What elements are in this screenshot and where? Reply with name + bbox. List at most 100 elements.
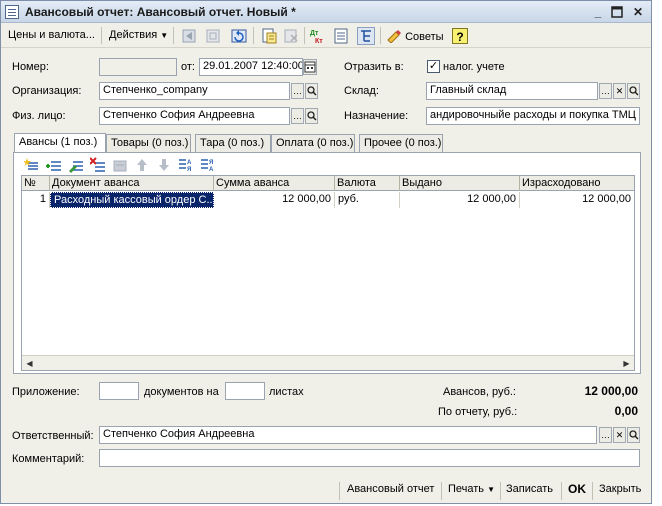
- calendar-icon[interactable]: [303, 59, 317, 75]
- tab-payment[interactable]: Оплата (0 поз.): [271, 134, 355, 152]
- comment-label: Комментарий:: [12, 453, 85, 465]
- cell-issued[interactable]: 12 000,00: [400, 192, 520, 208]
- person-field[interactable]: Степченко София Андреевна: [99, 107, 290, 125]
- structure-icon[interactable]: [204, 27, 222, 45]
- first-record-icon[interactable]: [180, 27, 198, 45]
- clear-icon[interactable]: ✕: [613, 427, 626, 443]
- responsible-label: Ответственный:: [12, 430, 94, 442]
- minimize-icon[interactable]: _: [591, 5, 605, 19]
- print-button[interactable]: Печать ▼: [448, 483, 495, 495]
- column-header-currency[interactable]: Валюта: [335, 176, 400, 191]
- clear-icon[interactable]: ✕: [613, 83, 626, 99]
- advances-total-value: 12 000,00: [584, 384, 638, 398]
- attachment-docs-label: документов на: [144, 386, 219, 398]
- svg-text:Кт: Кт: [315, 38, 323, 45]
- close-button[interactable]: Закрыть: [599, 483, 641, 495]
- ellipsis-icon[interactable]: …: [291, 108, 304, 124]
- advance-report-button[interactable]: Авансовый отчет: [347, 483, 434, 495]
- tax-checkbox[interactable]: ✓: [427, 60, 440, 73]
- bottom-separator: [500, 482, 501, 500]
- edit-row-icon[interactable]: [68, 157, 84, 173]
- tab-containers[interactable]: Тара (0 поз.): [195, 134, 271, 152]
- print-label: Печать: [448, 483, 485, 495]
- chevron-down-icon: ▼: [160, 31, 169, 40]
- table-row[interactable]: 1 Расходный кассовый ордер С... 12 000,0…: [22, 192, 634, 208]
- sort-desc-icon[interactable]: ЯA: [200, 157, 216, 173]
- move-down-icon[interactable]: [156, 157, 172, 173]
- purpose-field[interactable]: андировочныйе расходы и покупка ТМЦ: [426, 107, 640, 125]
- svg-text:Я: Я: [187, 167, 191, 173]
- advances-panel: AЯ ЯA № Документ аванса Сумма аванса Вал…: [13, 152, 641, 374]
- move-up-icon[interactable]: [134, 157, 150, 173]
- tab-other[interactable]: Прочее (0 поз.): [359, 134, 443, 152]
- column-header-number[interactable]: №: [22, 176, 50, 191]
- search-icon[interactable]: [627, 427, 640, 443]
- bottom-separator: [561, 482, 562, 500]
- copy-row-icon[interactable]: [46, 157, 62, 173]
- delete-doc-icon[interactable]: [282, 27, 300, 45]
- scroll-left-icon[interactable]: ◀: [23, 357, 36, 370]
- column-header-document[interactable]: Документ аванса: [50, 176, 214, 191]
- save-button[interactable]: Записать: [506, 483, 553, 495]
- ellipsis-icon[interactable]: …: [599, 427, 612, 443]
- close-icon[interactable]: ✕: [631, 5, 645, 19]
- responsible-field[interactable]: Степченко София Андреевна: [99, 426, 597, 444]
- advances-table[interactable]: № Документ аванса Сумма аванса Валюта Вы…: [21, 175, 635, 371]
- attachment-sheets-label: листах: [269, 386, 304, 398]
- column-header-amount[interactable]: Сумма аванса: [214, 176, 335, 191]
- report-total-label: По отчету, руб.:: [438, 406, 518, 418]
- journal-icon[interactable]: [332, 27, 350, 45]
- comment-field[interactable]: [99, 449, 640, 467]
- search-icon[interactable]: [305, 83, 318, 99]
- scroll-right-icon[interactable]: ▶: [620, 357, 633, 370]
- cell-amount[interactable]: 12 000,00: [214, 192, 335, 208]
- cell-number[interactable]: 1: [22, 192, 50, 208]
- document-icon: [5, 5, 19, 19]
- report-total-value: 0,00: [614, 404, 638, 418]
- ok-button[interactable]: OK: [568, 482, 586, 496]
- actions-menu[interactable]: Действия ▼: [109, 29, 168, 41]
- search-icon[interactable]: [627, 83, 640, 99]
- svg-text:Дт: Дт: [310, 30, 319, 37]
- organization-field[interactable]: Степченко_company: [99, 82, 290, 100]
- tab-advances[interactable]: Авансы (1 поз.): [14, 133, 106, 152]
- cell-spent[interactable]: 12 000,00: [520, 192, 634, 208]
- organization-label: Организация:: [12, 85, 82, 97]
- horizontal-scrollbar[interactable]: ◀ ▶: [22, 355, 634, 370]
- maximize-icon[interactable]: [611, 5, 625, 19]
- prices-button[interactable]: Цены и валюта...: [8, 29, 95, 41]
- warehouse-field[interactable]: Главный склад: [426, 82, 598, 100]
- help-icon[interactable]: ?: [452, 28, 468, 44]
- bottom-separator: [592, 482, 593, 500]
- cell-currency[interactable]: руб.: [335, 192, 400, 208]
- window-title: Авансовый отчет: Авансовый отчет. Новый …: [25, 5, 296, 19]
- toolbar-separator: [304, 27, 305, 44]
- tab-goods[interactable]: Товары (0 поз.): [106, 134, 191, 152]
- toggle-structure-icon[interactable]: [357, 27, 375, 45]
- end-edit-icon[interactable]: [112, 157, 128, 173]
- search-icon[interactable]: [305, 108, 318, 124]
- tips-label: Советы: [405, 31, 444, 43]
- svg-text:A: A: [209, 167, 214, 173]
- ellipsis-icon[interactable]: …: [599, 83, 612, 99]
- background-window-edge: [652, 0, 662, 506]
- column-header-issued[interactable]: Выдано: [400, 176, 520, 191]
- add-row-icon[interactable]: [24, 157, 40, 173]
- tax-label: налог. учете: [443, 61, 505, 73]
- cell-document[interactable]: Расходный кассовый ордер С...: [50, 192, 214, 208]
- copy-doc-icon[interactable]: [260, 27, 278, 45]
- date-field[interactable]: 29.01.2007 12:40:00: [199, 58, 303, 76]
- column-header-spent[interactable]: Израсходовано: [520, 176, 634, 191]
- svg-text:Я: Я: [209, 160, 213, 166]
- delete-row-icon[interactable]: [90, 157, 106, 173]
- toolbar-separator: [253, 27, 254, 44]
- toolbar: Цены и валюта... Действия ▼ Дт Кт Советы…: [1, 24, 651, 48]
- ellipsis-icon[interactable]: …: [291, 83, 304, 99]
- attachment-sheets-field[interactable]: [225, 382, 265, 400]
- sort-asc-icon[interactable]: AЯ: [178, 157, 194, 173]
- tips-button[interactable]: Советы: [386, 29, 444, 43]
- attachment-docs-field[interactable]: [99, 382, 139, 400]
- number-field[interactable]: [99, 58, 177, 76]
- refresh-icon[interactable]: [230, 27, 248, 45]
- dt-kt-icon[interactable]: Дт Кт: [309, 27, 327, 45]
